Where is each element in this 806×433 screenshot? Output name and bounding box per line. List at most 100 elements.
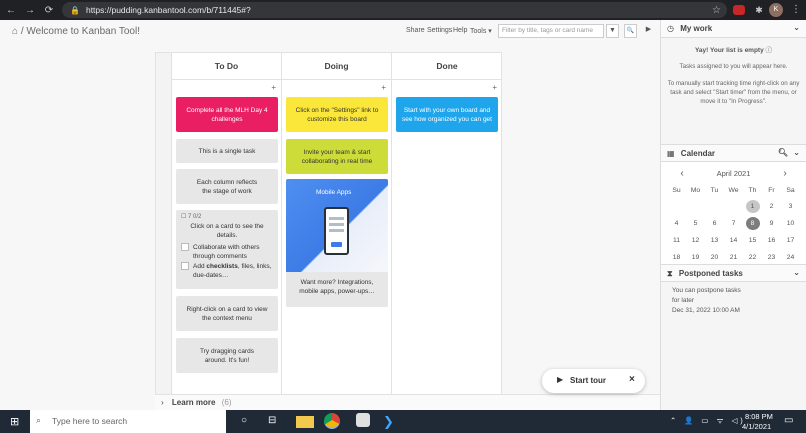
calendar-day[interactable]: 15: [746, 237, 760, 244]
calendar-day[interactable]: 9: [765, 220, 779, 227]
postponed-text: for later: [672, 297, 695, 304]
tray-icons[interactable]: 👤 ▭ ᯤ ◁): [684, 416, 746, 426]
search-icon[interactable]: 🔍︎: [778, 148, 788, 157]
filter-dropdown-icon[interactable]: ▼: [606, 24, 619, 38]
reload-icon[interactable]: ⟳: [42, 5, 56, 16]
calendar-day[interactable]: 22: [746, 254, 760, 261]
home-icon[interactable]: ⌂: [12, 26, 18, 37]
close-icon[interactable]: ×: [629, 374, 635, 385]
card-text: Click on a card to see the details.: [190, 223, 264, 239]
help-link[interactable]: Help: [453, 27, 467, 34]
forward-icon[interactable]: →: [23, 5, 37, 16]
card[interactable]: Try dragging cards around. It's fun!: [176, 338, 278, 373]
chevron-down-icon[interactable]: ⌄: [793, 23, 800, 32]
info-icon[interactable]: ⓘ: [766, 47, 773, 54]
checkbox-icon[interactable]: [181, 243, 189, 251]
checklist-item[interactable]: Add checklists, files, links, due-dates…: [181, 262, 273, 280]
week-row: 11 12 13 14 15 16 17: [661, 232, 806, 249]
file-explorer-icon[interactable]: [296, 416, 314, 428]
tray-chevron-icon[interactable]: ⌃: [670, 416, 676, 425]
card[interactable]: ☐ 7 0/2 Click on a card to see the detai…: [176, 210, 278, 289]
my-work-desc: Tasks assigned to you will appear here.: [679, 63, 788, 70]
calendar-day[interactable]: 23: [765, 254, 779, 261]
add-card-icon[interactable]: +: [492, 83, 497, 92]
postponed-title: Postponed tasks: [678, 269, 743, 278]
column-header[interactable]: To Do: [172, 53, 281, 80]
calendar-day[interactable]: 20: [708, 254, 722, 261]
card-image: Mobile Apps: [286, 179, 388, 272]
search-input[interactable]: Filter by title, tags or card name: [498, 24, 604, 38]
learn-more-bar[interactable]: › Learn more (6): [155, 394, 660, 410]
search-icon[interactable]: 🔍: [624, 24, 637, 38]
address-bar[interactable]: 🔒 https://pudding.kanbantool.com/b/71144…: [62, 2, 727, 18]
calendar-day[interactable]: 24: [784, 254, 798, 261]
calendar-day[interactable]: 13: [708, 237, 722, 244]
prev-month-icon[interactable]: ‹: [675, 168, 689, 179]
calendar-header[interactable]: ▦ Calendar 🔍︎ ⌄: [661, 144, 806, 162]
add-card-icon[interactable]: +: [271, 83, 276, 92]
card[interactable]: Right-click on a card to view the contex…: [176, 296, 278, 331]
calendar-day[interactable]: 19: [689, 254, 703, 261]
calendar-day[interactable]: 10: [784, 220, 798, 227]
calendar-day[interactable]: 14: [727, 237, 741, 244]
my-work-header[interactable]: ◷ My work ⌄: [661, 20, 806, 38]
chrome-icon[interactable]: [324, 413, 340, 429]
taskbar-search-input[interactable]: ⌕ Type here to search: [30, 410, 226, 433]
card[interactable]: Start with your own board and see how or…: [396, 97, 498, 132]
calendar-day[interactable]: 17: [784, 237, 798, 244]
card[interactable]: Complete all the MLH Day 4 challenges: [176, 97, 278, 132]
puzzle-icon[interactable]: ✱: [752, 3, 766, 17]
add-card-icon[interactable]: +: [381, 83, 386, 92]
card[interactable]: Each column reflects the stage of work: [176, 169, 278, 204]
calendar-day[interactable]: 2: [765, 203, 779, 210]
task-view-icon[interactable]: ⊟: [268, 415, 276, 426]
calendar-day[interactable]: 18: [670, 254, 684, 261]
column-todo: To Do + Complete all the MLH Day 4 chall…: [172, 53, 282, 411]
windows-start-icon[interactable]: ⊞: [10, 415, 19, 428]
postponed-header[interactable]: ⧗ Postponed tasks ⌄: [661, 264, 806, 282]
calendar-day[interactable]: 12: [689, 237, 703, 244]
calendar-day[interactable]: 6: [708, 220, 722, 227]
checklist-text: Collaborate with others through comments: [193, 244, 260, 260]
share-link[interactable]: Share: [406, 27, 425, 34]
card[interactable]: Mobile Apps Want more? Integrations, mob…: [286, 179, 388, 307]
menu-dots-icon[interactable]: ⋮: [789, 3, 803, 17]
calendar-day[interactable]: 7: [727, 220, 741, 227]
checkbox-icon[interactable]: [181, 262, 189, 270]
calendar-day[interactable]: 21: [727, 254, 741, 261]
learn-more-label: Learn more: [171, 398, 216, 407]
next-month-icon[interactable]: ›: [778, 168, 792, 179]
extension-icon[interactable]: [733, 5, 745, 15]
app-icon[interactable]: [356, 413, 370, 427]
chevron-down-icon[interactable]: ⌄: [793, 148, 800, 157]
calendar-day[interactable]: 11: [670, 237, 684, 244]
column-header[interactable]: Doing: [282, 53, 391, 80]
cortana-icon[interactable]: ○: [241, 415, 247, 426]
bookmark-star-icon[interactable]: ☆: [712, 5, 721, 16]
profile-avatar[interactable]: K: [769, 3, 783, 17]
card[interactable]: Click on the "Settings" link to customiz…: [286, 97, 388, 132]
back-icon[interactable]: ←: [4, 5, 18, 16]
clock-date[interactable]: 4/1/2021: [742, 422, 771, 431]
card[interactable]: Invite your team & start collaborating i…: [286, 139, 388, 174]
vscode-icon[interactable]: ❯: [383, 413, 401, 430]
chevron-down-icon[interactable]: ⌄: [793, 268, 800, 277]
card[interactable]: This is a single task: [176, 139, 278, 163]
settings-link[interactable]: Settings: [427, 27, 452, 34]
calendar-day[interactable]: 1: [745, 200, 760, 214]
notification-icon[interactable]: ▭: [784, 415, 793, 426]
calendar-day[interactable]: 16: [765, 237, 779, 244]
postponed-body: You can postpone tasks for later Dec 31,…: [661, 282, 806, 320]
calendar-day[interactable]: 4: [670, 220, 684, 227]
calendar-day[interactable]: 3: [784, 203, 798, 210]
start-tour-button[interactable]: Start tour: [570, 376, 606, 385]
calendar-day[interactable]: 5: [689, 220, 703, 227]
tools-menu[interactable]: Tools ▾: [470, 27, 492, 35]
panel-toggle-icon[interactable]: ▶: [642, 24, 655, 38]
column-header[interactable]: Done: [392, 53, 502, 80]
clock-time[interactable]: 8:08 PM: [745, 412, 773, 421]
card-text: Want more? Integrations, mobile apps, po…: [299, 279, 375, 295]
checklist-item[interactable]: Collaborate with others through comments: [181, 243, 273, 261]
play-icon[interactable]: ▶: [557, 375, 563, 384]
calendar-day[interactable]: 8: [745, 217, 760, 231]
